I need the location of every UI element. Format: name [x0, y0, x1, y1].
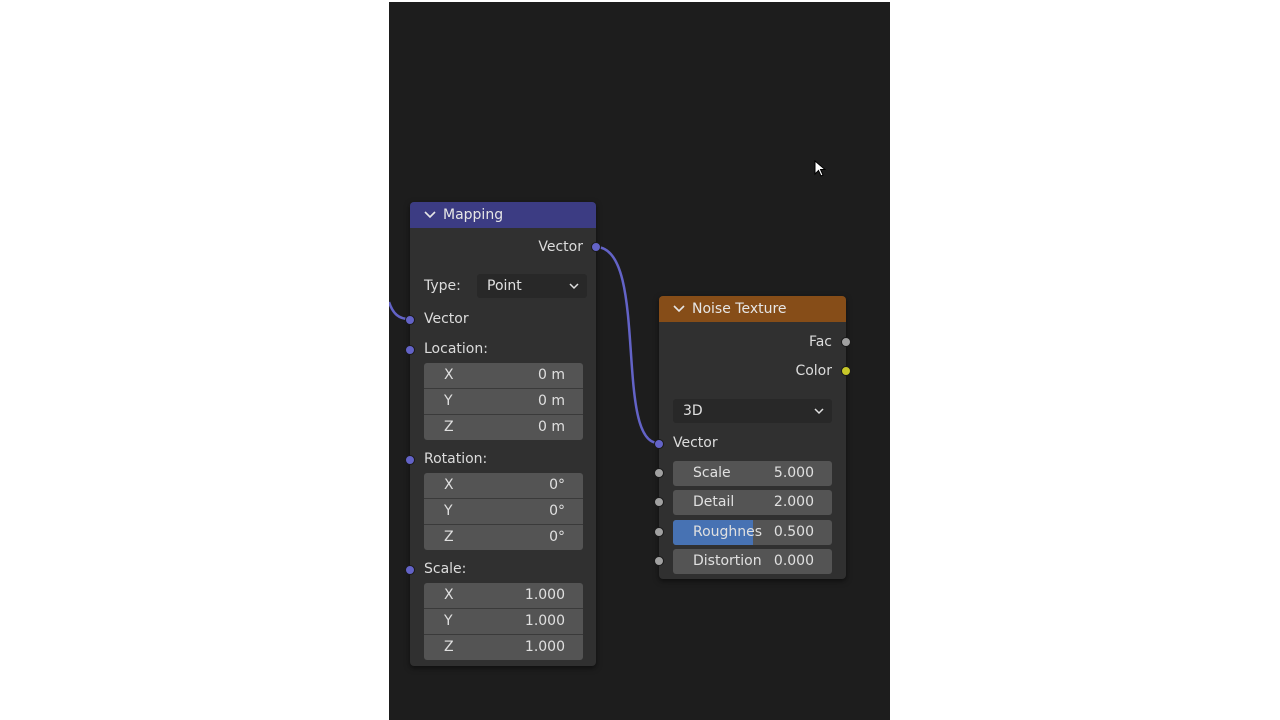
noise-detail-field[interactable]: Detail 2.000 [673, 490, 832, 515]
noise-distortion-socket[interactable] [654, 556, 664, 566]
field-label: Scale [693, 465, 731, 481]
noise-roughness-socket[interactable] [654, 527, 664, 537]
noise-texture-node-title: Noise Texture [692, 301, 787, 317]
mapping-location-label: Location: [424, 341, 488, 357]
scale-x-field[interactable]: X 1.000 [424, 583, 583, 608]
mapping-node-title: Mapping [443, 207, 504, 223]
field-value: 0 m [538, 419, 565, 435]
link-mapping-to-noise-vector[interactable] [595, 245, 659, 445]
mapping-type-value: Point [487, 278, 522, 294]
field-value: 0 m [538, 393, 565, 409]
field-axis-label: X [444, 367, 454, 383]
noise-texture-node-header[interactable]: Noise Texture [659, 296, 846, 322]
noise-dimensions-value: 3D [683, 403, 703, 419]
mapping-rotation-label: Rotation: [424, 451, 488, 467]
chevron-down-icon[interactable] [673, 296, 685, 331]
mapping-input-vector-label: Vector [424, 311, 469, 327]
field-axis-label: Z [444, 639, 454, 655]
rotation-z-field[interactable]: Z 0° [424, 525, 583, 550]
noise-scale-field[interactable]: Scale 5.000 [673, 461, 832, 486]
rotation-y-field[interactable]: Y 0° [424, 499, 583, 524]
chevron-down-icon [569, 274, 579, 306]
field-value: 5.000 [773, 465, 814, 481]
mapping-node-header[interactable]: Mapping [410, 202, 596, 228]
rotation-x-field[interactable]: X 0° [424, 473, 583, 498]
field-axis-label: Y [444, 393, 453, 409]
mapping-output-vector-label: Vector [538, 239, 583, 255]
mapping-output-vector-socket[interactable] [591, 242, 601, 252]
field-axis-label: Z [444, 529, 454, 545]
field-axis-label: X [444, 587, 454, 603]
noise-output-color-label: Color [795, 363, 832, 379]
field-label: Roughnes [693, 524, 763, 540]
mapping-type-dropdown[interactable]: Point [477, 274, 587, 298]
noise-output-color-socket[interactable] [841, 366, 851, 376]
noise-output-fac-socket[interactable] [841, 337, 851, 347]
field-value: 0 m [538, 367, 565, 383]
field-value: 0° [549, 529, 565, 545]
field-value: 1.000 [524, 587, 565, 603]
location-z-field[interactable]: Z 0 m [424, 415, 583, 440]
mapping-input-vector-socket[interactable] [405, 315, 415, 325]
noise-input-vector-label: Vector [673, 435, 718, 451]
scale-y-field[interactable]: Y 1.000 [424, 609, 583, 634]
noise-scale-socket[interactable] [654, 468, 664, 478]
scale-z-field[interactable]: Z 1.000 [424, 635, 583, 660]
location-y-field[interactable]: Y 0 m [424, 389, 583, 414]
noise-dimensions-dropdown[interactable]: 3D [673, 399, 832, 423]
field-axis-label: X [444, 477, 454, 493]
chevron-down-icon [814, 399, 824, 431]
mapping-node[interactable]: Mapping Vector Type: Point Vector Locati… [405, 202, 601, 666]
noise-roughness-slider[interactable]: Roughnes 0.500 [673, 520, 832, 545]
mapping-rotation-socket[interactable] [405, 455, 415, 465]
noise-output-fac-label: Fac [808, 334, 832, 350]
field-value: 0° [549, 503, 565, 519]
mapping-scale-label: Scale: [424, 561, 467, 577]
field-value: 0.500 [773, 524, 814, 540]
noise-distortion-field[interactable]: Distortion 0.000 [673, 549, 832, 574]
noise-texture-node[interactable]: Noise Texture Fac Color 3D Vector Scale … [654, 296, 851, 579]
field-value: 0° [549, 477, 565, 493]
field-value: 1.000 [524, 613, 565, 629]
field-value: 2.000 [773, 494, 814, 510]
chevron-down-icon[interactable] [424, 202, 436, 237]
field-label: Detail [693, 494, 735, 510]
mouse-pointer-icon [814, 159, 827, 182]
field-label: Distortion [693, 553, 762, 569]
field-value: 1.000 [524, 639, 565, 655]
location-x-field[interactable]: X 0 m [424, 363, 583, 388]
noise-detail-socket[interactable] [654, 497, 664, 507]
field-axis-label: Z [444, 419, 454, 435]
field-axis-label: Y [444, 613, 453, 629]
mapping-scale-socket[interactable] [405, 565, 415, 575]
node-editor-canvas[interactable]: Mapping Vector Type: Point Vector Locati… [389, 2, 890, 720]
field-value: 0.000 [773, 553, 814, 569]
noise-input-vector-socket[interactable] [654, 439, 664, 449]
mapping-type-label: Type: [424, 278, 461, 294]
field-axis-label: Y [444, 503, 453, 519]
mapping-location-socket[interactable] [405, 345, 415, 355]
